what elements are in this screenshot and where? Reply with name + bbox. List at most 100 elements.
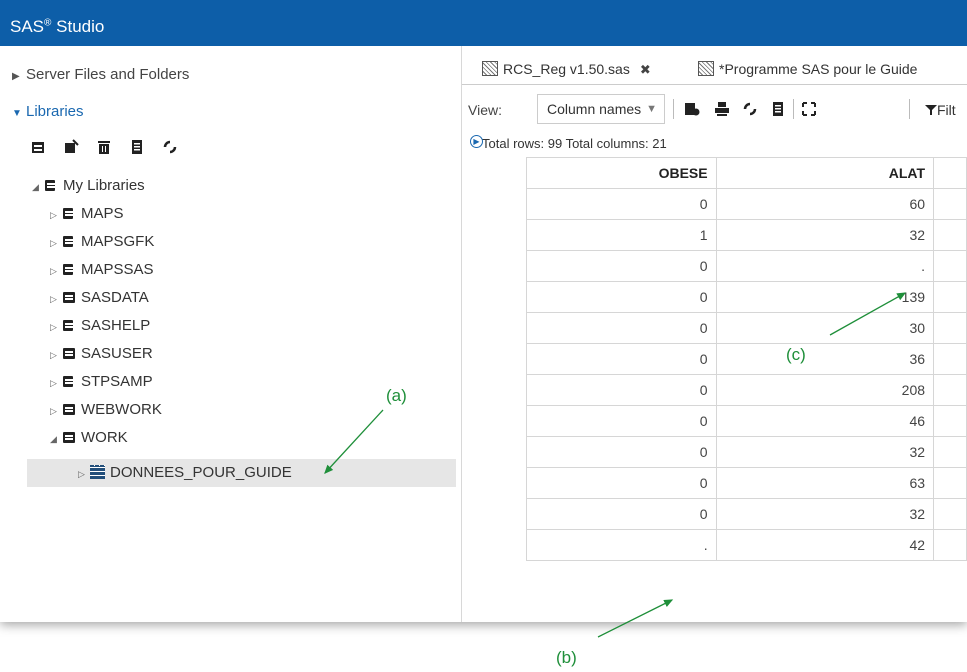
filter-button[interactable]: Filt — [925, 102, 956, 118]
editor-tabs: RCS_Reg v1.50.sas ✖ *Programme SAS pour l… — [462, 54, 967, 85]
expand-arrow-icon[interactable]: ▷ — [50, 313, 62, 341]
cell-next[interactable] — [933, 405, 967, 437]
tree-dataset-donnees[interactable]: ▷ DONNEES_POUR_GUIDE — [27, 459, 456, 487]
tree-lib-sasuser[interactable]: ▷ SASUSER — [50, 340, 153, 368]
tree-lib-stpsamp[interactable]: ▷ STPSAMP — [50, 368, 153, 396]
library-icon — [62, 346, 76, 360]
table-row[interactable]: 0. — [526, 250, 967, 282]
cell-alat[interactable]: 139 — [715, 281, 935, 313]
cell-obese[interactable]: 0 — [526, 405, 717, 437]
cell-next[interactable] — [933, 374, 967, 406]
tree-my-libraries[interactable]: ◢ My Libraries — [32, 172, 145, 200]
new-library-icon[interactable] — [30, 139, 46, 155]
cell-obese[interactable]: 0 — [526, 188, 717, 220]
cell-next[interactable] — [933, 467, 967, 499]
table-row[interactable]: 0 32 — [526, 436, 967, 468]
cell-obese[interactable]: . — [526, 529, 717, 561]
tree-lib-webwork[interactable]: ▷ WEBWORK — [50, 396, 162, 424]
column-properties-icon[interactable] — [770, 101, 786, 117]
cell-alat[interactable]: 60 — [715, 188, 935, 220]
cell-next[interactable] — [933, 188, 967, 220]
expand-arrow-icon[interactable]: ▷ — [50, 201, 62, 229]
collapse-arrow-icon[interactable]: ▼ — [12, 108, 26, 119]
expand-arrow-icon[interactable]: ▷ — [50, 369, 62, 397]
annotation-label-b: (b) — [556, 648, 577, 667]
expand-arrow-icon[interactable]: ▶ — [12, 71, 26, 82]
expanded-arrow-icon[interactable]: ◢ — [50, 425, 62, 453]
cell-next[interactable] — [933, 219, 967, 251]
table-row[interactable]: 0 139 — [526, 281, 967, 313]
tree-lib-mapsgfk[interactable]: ▷ MAPSGFK — [50, 228, 154, 256]
tree-lib-sashelp[interactable]: ▷ SASHELP — [50, 312, 150, 340]
expand-arrow-icon[interactable]: ▷ — [78, 460, 90, 488]
table-row[interactable]: . 42 — [526, 529, 967, 561]
annotation-label-c: (c) — [786, 345, 806, 364]
cell-next[interactable] — [933, 312, 967, 344]
info-expand-icon[interactable]: ▶ — [470, 135, 483, 148]
table-properties-icon[interactable] — [684, 101, 700, 117]
cell-next[interactable] — [933, 436, 967, 468]
cell-alat[interactable]: . — [715, 250, 935, 282]
tree-lib-mapssas[interactable]: ▷ MAPSSAS — [50, 256, 154, 284]
cell-alat[interactable]: 32 — [715, 436, 935, 468]
cell-obese[interactable]: 1 — [526, 219, 717, 251]
table-toolbar: View: Column names ▼ Filt — [462, 94, 967, 124]
cell-alat[interactable]: 36 — [715, 343, 935, 375]
print-icon[interactable] — [714, 101, 730, 117]
cell-obese[interactable]: 0 — [526, 312, 717, 344]
table-info: ▶ Total rows: 99 Total columns: 21 — [470, 135, 667, 151]
cell-alat[interactable]: 208 — [715, 374, 935, 406]
cell-alat[interactable]: 42 — [715, 529, 935, 561]
cell-obese[interactable]: 0 — [526, 250, 717, 282]
library-properties-icon[interactable] — [63, 139, 79, 155]
tree-lib-work[interactable]: ◢ WORK — [50, 424, 128, 452]
cell-obese[interactable]: 0 — [526, 343, 717, 375]
section-server-files[interactable]: ▶ Server Files and Folders — [12, 66, 189, 83]
cell-alat[interactable]: 46 — [715, 405, 935, 437]
tab-programme-guide[interactable]: *Programme SAS pour le Guide — [698, 54, 917, 84]
column-header-next[interactable] — [933, 157, 967, 189]
expand-arrow-icon[interactable]: ▷ — [50, 257, 62, 285]
close-icon[interactable]: ✖ — [640, 62, 651, 77]
expand-arrow-icon[interactable]: ▷ — [50, 341, 62, 369]
table-row[interactable]: 0 208 — [526, 374, 967, 406]
delete-icon[interactable] — [96, 139, 112, 155]
table-row[interactable]: 0 32 — [526, 498, 967, 530]
table-properties-icon[interactable] — [129, 139, 145, 155]
cell-next[interactable] — [933, 281, 967, 313]
tree-lib-maps[interactable]: ▷ MAPS — [50, 200, 124, 228]
table-row[interactable]: 1 32 — [526, 219, 967, 251]
cell-alat[interactable]: 63 — [715, 467, 935, 499]
cell-next[interactable] — [933, 529, 967, 561]
tree-lib-sasdata[interactable]: ▷ SASDATA — [50, 284, 149, 312]
sas-program-icon — [482, 61, 498, 76]
expanded-arrow-icon[interactable]: ◢ — [32, 173, 44, 201]
expand-arrow-icon[interactable]: ▷ — [50, 285, 62, 313]
table-row[interactable]: 0 60 — [526, 188, 967, 220]
expand-arrow-icon[interactable]: ▷ — [50, 397, 62, 425]
cell-next[interactable] — [933, 498, 967, 530]
refresh-icon[interactable] — [742, 101, 758, 117]
view-select[interactable]: Column names ▼ — [537, 94, 665, 124]
cell-next[interactable] — [933, 343, 967, 375]
tab-rcs-reg[interactable]: RCS_Reg v1.50.sas ✖ — [482, 54, 651, 84]
table-row[interactable]: 0 46 — [526, 405, 967, 437]
cell-alat[interactable]: 30 — [715, 312, 935, 344]
cell-obese[interactable]: 0 — [526, 436, 717, 468]
cell-obese[interactable]: 0 — [526, 281, 717, 313]
cell-obese[interactable]: 0 — [526, 374, 717, 406]
cell-obese[interactable]: 0 — [526, 467, 717, 499]
refresh-icon[interactable] — [162, 139, 178, 155]
cell-alat[interactable]: 32 — [715, 219, 935, 251]
cell-alat[interactable]: 32 — [715, 498, 935, 530]
section-libraries[interactable]: ▼ Libraries — [12, 103, 84, 120]
cell-obese[interactable]: 0 — [526, 498, 717, 530]
table-row[interactable]: 0 30 — [526, 312, 967, 344]
maximize-icon[interactable] — [801, 101, 817, 117]
cell-next[interactable] — [933, 250, 967, 282]
column-header-obese[interactable]: OBESE — [526, 157, 717, 189]
expand-arrow-icon[interactable]: ▷ — [50, 229, 62, 257]
table-row[interactable]: 0 36 — [526, 343, 967, 375]
table-row[interactable]: 0 63 — [526, 467, 967, 499]
column-header-alat[interactable]: ALAT — [715, 157, 935, 189]
